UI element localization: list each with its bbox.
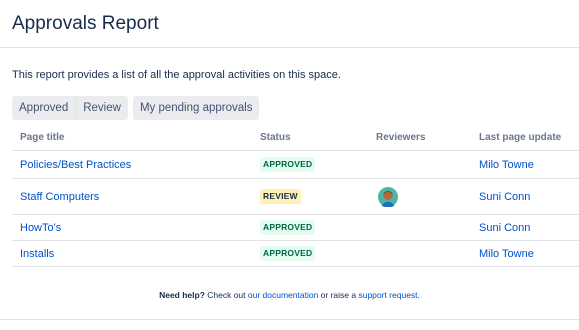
status-badge: REVIEW <box>260 189 301 204</box>
page-link[interactable]: Staff Computers <box>20 191 99 203</box>
help-text: or raise a <box>318 290 359 300</box>
table-row: Staff Computers REVIEW Suni Conn <box>12 178 579 214</box>
user-link[interactable]: Milo Towne <box>479 159 534 171</box>
support-request-link[interactable]: support request <box>358 290 417 300</box>
documentation-link[interactable]: our documentation <box>248 290 318 300</box>
user-link[interactable]: Milo Towne <box>479 248 534 260</box>
reviewers-cell <box>376 186 479 207</box>
table-row: Installs APPROVED Milo Towne <box>12 240 579 267</box>
page-description: This report provides a list of all the a… <box>12 69 341 81</box>
tab-approved[interactable]: Approved <box>12 96 76 120</box>
user-link[interactable]: Suni Conn <box>479 222 530 234</box>
footer-divider <box>0 319 579 320</box>
page-title: Approvals Report <box>12 13 159 34</box>
approvals-table: Page title Status Reviewers Last page up… <box>12 124 579 267</box>
avatar-icon[interactable] <box>378 186 398 207</box>
header-reviewers: Reviewers <box>376 131 426 143</box>
header-status[interactable]: Status <box>260 132 376 143</box>
header-page-title[interactable]: Page title <box>12 132 260 143</box>
status-badge: APPROVED <box>260 246 316 261</box>
table-row: Policies/Best Practices APPROVED Milo To… <box>12 150 579 178</box>
status-tabs: Approved Review My pending approvals <box>12 96 260 120</box>
user-link[interactable]: Suni Conn <box>479 191 530 203</box>
help-footer: Need help? Check out our documentation o… <box>0 290 579 300</box>
table-row: HowTo's APPROVED Suni Conn <box>12 214 579 240</box>
help-label: Need help? <box>159 290 205 300</box>
tab-my-pending-approvals[interactable]: My pending approvals <box>132 96 260 120</box>
status-badge: APPROVED <box>260 220 316 235</box>
help-text: Check out <box>204 290 248 300</box>
page-link[interactable]: Policies/Best Practices <box>20 159 131 171</box>
tab-group: Approved Review <box>12 96 128 120</box>
status-badge: APPROVED <box>260 157 316 172</box>
table-header: Page title Status Reviewers Last page up… <box>12 124 579 150</box>
page-header: Approvals Report <box>0 0 579 48</box>
tab-review[interactable]: Review <box>75 96 128 120</box>
help-text: . <box>417 290 420 300</box>
page-link[interactable]: HowTo's <box>20 222 61 234</box>
page-link[interactable]: Installs <box>20 248 54 260</box>
header-last-page-update[interactable]: Last page update <box>479 132 579 143</box>
